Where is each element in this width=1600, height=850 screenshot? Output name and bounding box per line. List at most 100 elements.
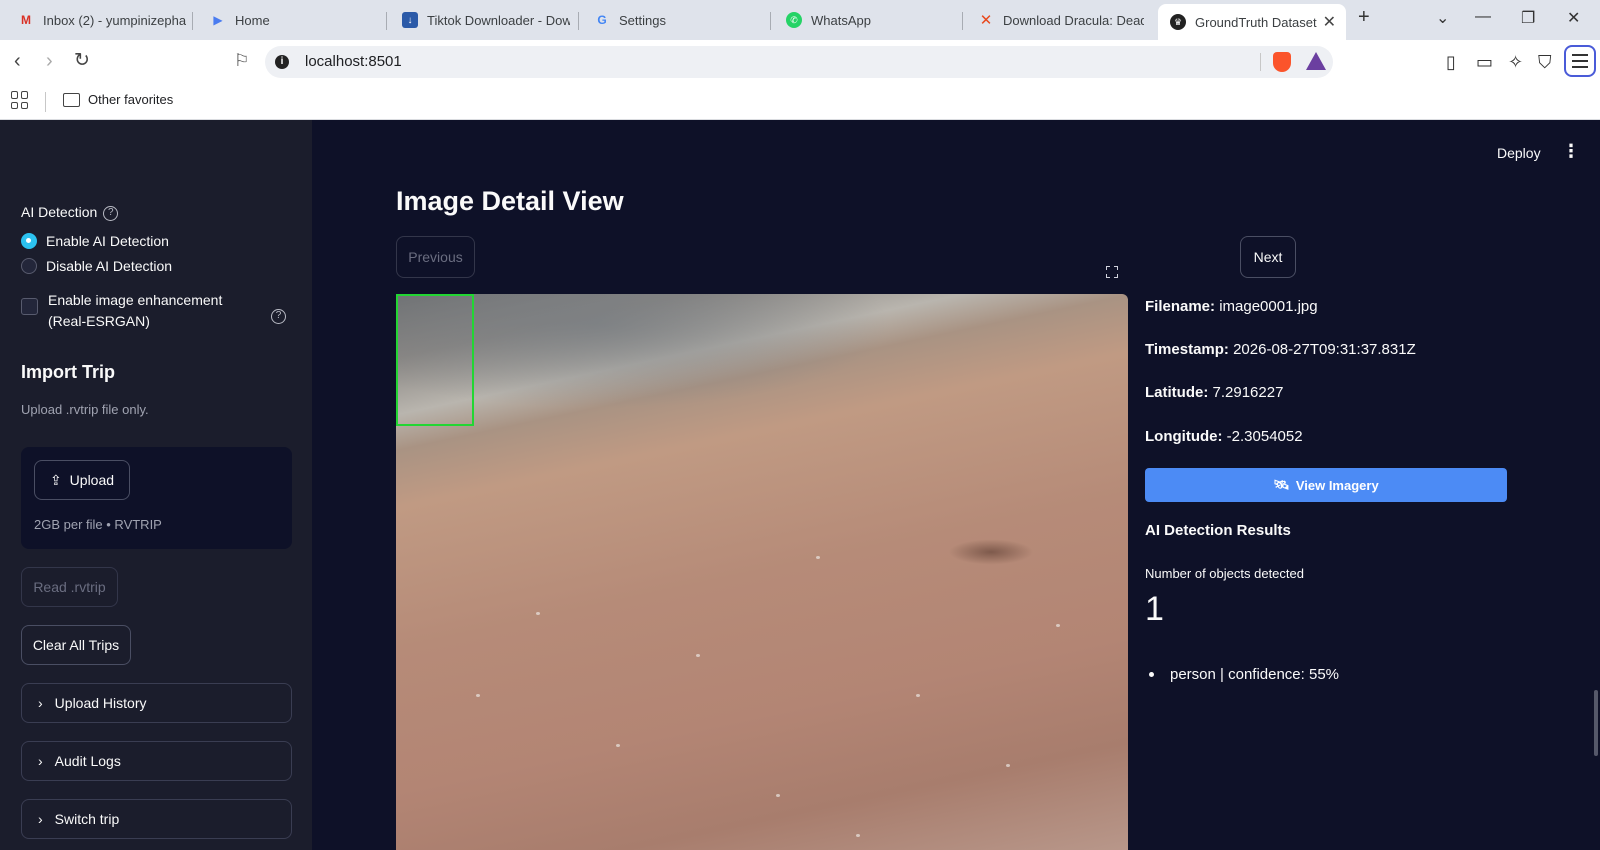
radio-unselected-icon[interactable] xyxy=(21,258,37,274)
upload-button[interactable]: ⇪ Upload xyxy=(34,460,130,500)
close-window-icon[interactable]: ✕ xyxy=(1567,8,1580,28)
gmail-icon: M xyxy=(21,13,31,27)
reload-icon[interactable]: ↻ xyxy=(74,50,90,72)
tab-separator xyxy=(962,12,963,30)
help-icon[interactable]: ? xyxy=(271,309,286,324)
fullscreen-icon[interactable] xyxy=(1106,266,1118,278)
view-imagery-button[interactable]: 🛰 View Imagery xyxy=(1145,468,1507,502)
radio-selected-icon[interactable] xyxy=(21,233,37,249)
leo-ai-icon[interactable]: ✧ xyxy=(1508,52,1523,73)
next-button[interactable]: Next xyxy=(1240,236,1296,278)
ai-detection-label: AI Detection? xyxy=(21,204,119,221)
sidebar-toggle-icon[interactable]: ▯ xyxy=(1446,52,1456,73)
browser-tab-whatsapp[interactable]: ✆ WhatsApp xyxy=(774,5,954,35)
filename-value: image0001.jpg xyxy=(1219,298,1318,315)
browser-tab-gmail[interactable]: M Inbox (2) - yumpinizephar xyxy=(6,5,186,35)
browser-tab-tiktok[interactable]: ↓ Tiktok Downloader - Dow xyxy=(390,5,570,35)
address-url[interactable]: localhost:8501 xyxy=(305,53,402,70)
more-options-icon[interactable]: ⋮ xyxy=(1562,141,1580,162)
browser-menu-button[interactable] xyxy=(1564,45,1596,77)
detection-list-item: person | confidence: 55% xyxy=(1149,666,1339,683)
browser-tab-home[interactable]: ▶ Home xyxy=(198,5,378,35)
page-scrollbar[interactable] xyxy=(1594,690,1598,756)
tab-search-chevron-icon[interactable]: ⌄ xyxy=(1436,8,1449,28)
import-trip-heading: Import Trip xyxy=(21,362,115,382)
forward-icon[interactable]: › xyxy=(46,50,53,72)
expander-label: Audit Logs xyxy=(54,753,121,769)
next-button-label: Next xyxy=(1253,249,1283,265)
browser-tab-settings[interactable]: G Settings xyxy=(582,5,762,35)
minimize-icon[interactable]: — xyxy=(1475,8,1491,26)
address-bar[interactable]: i localhost:8501 xyxy=(265,46,1333,78)
radio-enable-ai-detection[interactable]: Enable AI Detection xyxy=(21,233,169,249)
latitude-row: Latitude: 7.2916227 xyxy=(1145,384,1283,401)
radio-disable-ai-detection[interactable]: Disable AI Detection xyxy=(21,258,172,274)
wallet-icon[interactable]: ▭ xyxy=(1476,52,1493,73)
enhancement-checkbox[interactable] xyxy=(21,298,38,315)
expander-upload-history[interactable]: › Upload History xyxy=(21,683,292,723)
objects-detected-label: Number of objects detected xyxy=(1145,566,1304,581)
bullet-icon xyxy=(1149,672,1154,677)
ai-detection-label-text: AI Detection xyxy=(21,204,98,220)
browser-tab-bar: M Inbox (2) - yumpinizephar ▶ Home ↓ Tik… xyxy=(0,0,1600,40)
brave-shields-icon[interactable] xyxy=(1273,52,1291,72)
google-icon: G xyxy=(597,13,607,27)
person-bounding-box xyxy=(396,294,474,426)
import-caption: Upload .rvtrip file only. xyxy=(21,402,149,417)
timestamp-row: Timestamp: 2026-08-27T09:31:37.831Z xyxy=(1145,341,1416,358)
whatsapp-icon: ✆ xyxy=(786,12,802,28)
detection-results-heading: AI Detection Results xyxy=(1145,522,1291,539)
view-imagery-label: View Imagery xyxy=(1295,477,1379,493)
timestamp-value: 2026-08-27T09:31:37.831Z xyxy=(1233,341,1416,358)
tab-title: WhatsApp xyxy=(811,12,871,28)
latitude-value: 7.2916227 xyxy=(1212,384,1284,401)
read-rvtrip-button[interactable]: Read .rvtrip xyxy=(21,567,118,607)
new-tab-icon[interactable]: + xyxy=(1358,6,1370,29)
download-icon: ↓ xyxy=(402,12,418,28)
chevron-right-icon: › xyxy=(38,695,43,711)
filename-row: Filename: image0001.jpg xyxy=(1145,298,1318,315)
site-info-icon[interactable]: i xyxy=(275,55,289,69)
apps-grid-icon[interactable] xyxy=(11,91,29,109)
tab-separator xyxy=(578,12,579,30)
radio-label: Disable AI Detection xyxy=(46,258,173,274)
detection-image xyxy=(396,294,1128,850)
tab-title: Inbox (2) - yumpinizephar xyxy=(43,12,186,28)
crown-icon: ♛ xyxy=(1170,14,1186,30)
enhancement-checkbox-label[interactable]: Enable image enhancement (Real-ESRGAN) xyxy=(48,290,263,332)
detection-text: person | confidence: 55% xyxy=(1170,666,1340,683)
browser-tab-groundtruth[interactable]: ♛ GroundTruth Dataset ✕ xyxy=(1158,4,1346,40)
browser-tab-dracula[interactable]: ✕ Download Dracula: Dead xyxy=(966,5,1144,35)
expander-switch-trip[interactable]: › Switch trip xyxy=(21,799,292,839)
expander-audit-logs[interactable]: › Audit Logs xyxy=(21,741,292,781)
favorites-separator xyxy=(45,92,46,112)
objects-detected-value: 1 xyxy=(1145,590,1164,628)
close-tab-icon[interactable]: ✕ xyxy=(1323,12,1336,32)
satellite-icon: 🛰 xyxy=(1273,477,1290,492)
favorites-bar: Other favorites xyxy=(0,84,1600,120)
favorites-folder-label[interactable]: Other favorites xyxy=(88,92,173,107)
tab-title: GroundTruth Dataset xyxy=(1195,14,1317,30)
home-app-icon: ▶ xyxy=(213,13,223,27)
previous-button-label: Previous xyxy=(408,249,463,265)
back-icon[interactable]: ‹ xyxy=(14,50,21,72)
deploy-button[interactable]: Deploy xyxy=(1497,145,1541,161)
clear-all-trips-button[interactable]: Clear All Trips xyxy=(21,625,131,665)
upload-icon: ⇪ xyxy=(49,471,62,488)
chevron-right-icon: › xyxy=(38,811,43,827)
tab-title: Settings xyxy=(619,12,666,28)
previous-button[interactable]: Previous xyxy=(396,236,475,278)
bookmark-icon[interactable]: ⚐ xyxy=(234,50,249,72)
tab-separator xyxy=(386,12,387,30)
read-rvtrip-label: Read .rvtrip xyxy=(33,579,106,595)
latitude-label: Latitude: xyxy=(1145,384,1209,401)
vpn-shield-icon[interactable]: ⛉ xyxy=(1538,52,1552,73)
tab-title: Home xyxy=(235,12,270,28)
brave-rewards-icon[interactable] xyxy=(1306,52,1326,70)
radio-label: Enable AI Detection xyxy=(46,233,169,249)
restore-icon[interactable]: ❐ xyxy=(1521,8,1535,28)
filename-label: Filename: xyxy=(1145,298,1216,315)
tab-separator xyxy=(770,12,771,30)
help-icon[interactable]: ? xyxy=(103,205,119,221)
folder-icon xyxy=(63,93,80,107)
